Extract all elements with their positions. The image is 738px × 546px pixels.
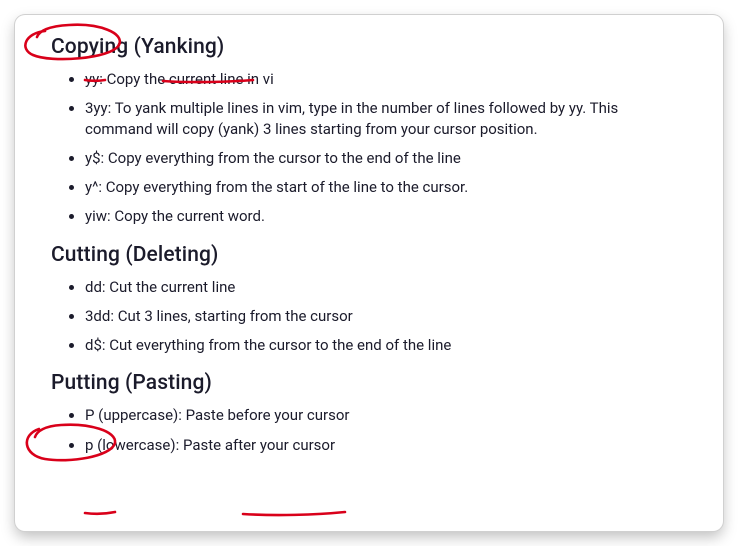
command: yy	[85, 70, 99, 88]
heading-copying: Copying (Yanking)	[51, 35, 687, 59]
list-item: dd: Cut the current line	[85, 277, 687, 297]
description: Cut the current line	[109, 278, 235, 296]
command: dd	[85, 278, 102, 296]
description: Cut 3 lines, starting from the cursor	[118, 307, 353, 325]
list-item: y$: Copy everything from the cursor to t…	[85, 148, 687, 168]
list-copying: yy: Copy the current line in vi 3yy: To …	[51, 69, 687, 227]
list-item: 3dd: Cut 3 lines, starting from the curs…	[85, 306, 687, 326]
list-item: 3yy: To yank multiple lines in vim, type…	[85, 98, 687, 139]
underline-annotation-icon	[243, 512, 345, 515]
description: Paste after your cursor	[183, 436, 335, 454]
description: Copy everything from the start of the li…	[106, 178, 468, 196]
list-item: p (lowercase): Paste after your cursor	[85, 435, 687, 455]
description: Copy the current line in vi	[107, 70, 274, 88]
document-card: Copying (Yanking) yy: Copy the current l…	[15, 15, 723, 531]
command: p (lowercase)	[85, 436, 176, 454]
command: 3yy	[85, 99, 108, 117]
description: Cut everything from the cursor to the en…	[109, 336, 451, 354]
heading-cutting: Cutting (Deleting)	[51, 243, 687, 267]
underline-annotation-icon	[85, 512, 115, 514]
command: d$	[85, 336, 102, 354]
list-putting: P (uppercase): Paste before your cursor …	[51, 405, 687, 455]
description: Copy the current word.	[114, 207, 265, 225]
list-item: P (uppercase): Paste before your cursor	[85, 405, 687, 425]
description: Paste before your cursor	[186, 406, 350, 424]
description: Copy everything from the cursor to the e…	[108, 149, 461, 167]
list-item: yiw: Copy the current word.	[85, 206, 687, 226]
command: y^	[85, 178, 98, 196]
list-item: d$: Cut everything from the cursor to th…	[85, 335, 687, 355]
command: 3dd	[85, 307, 110, 325]
command: P (uppercase)	[85, 406, 178, 424]
description: To yank multiple lines in vim, type in t…	[85, 99, 618, 137]
list-item: yy: Copy the current line in vi	[85, 69, 687, 89]
list-item: y^: Copy everything from the start of th…	[85, 177, 687, 197]
list-cutting: dd: Cut the current line 3dd: Cut 3 line…	[51, 277, 687, 356]
command: yiw	[85, 207, 107, 225]
command: y$	[85, 149, 101, 167]
heading-putting: Putting (Pasting)	[51, 371, 687, 395]
